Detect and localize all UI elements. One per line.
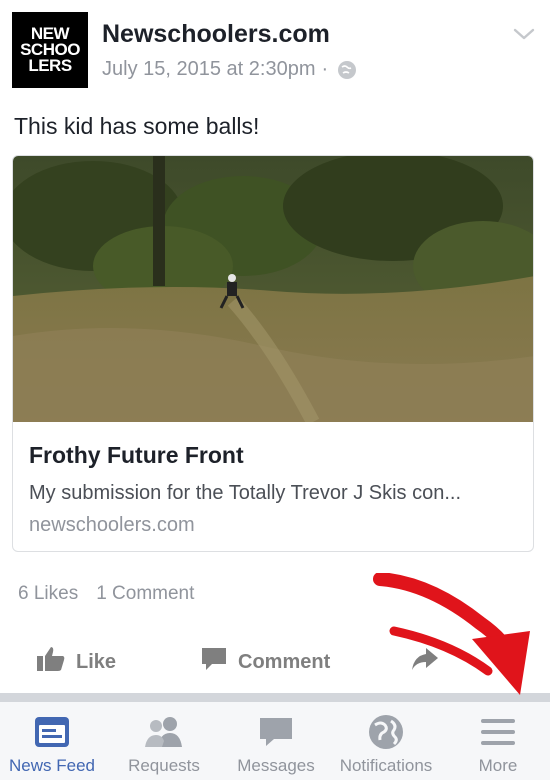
tab-label: Messages [237, 756, 315, 775]
page-name-link[interactable]: Newschoolers.com [102, 20, 330, 49]
tab-news-feed[interactable]: News Feed [0, 702, 104, 780]
meta-separator: · [321, 58, 329, 80]
engagement-counts: 6 Likes 1 Comment [18, 583, 194, 605]
tab-label: Requests [128, 756, 200, 775]
tab-notifications[interactable]: Notifications [330, 702, 442, 780]
like-label: Like [76, 650, 117, 673]
share-button[interactable]: e [410, 640, 517, 684]
section-divider [0, 693, 550, 701]
post-meta: July 15, 2015 at 2:30pm · [102, 58, 357, 81]
tab-requests[interactable]: Requests [112, 702, 216, 780]
share-label: e [506, 650, 518, 673]
friends-icon [142, 712, 186, 752]
link-description: My submission for the Totally Trevor J S… [29, 482, 462, 504]
avatar-line-3: LERS [28, 56, 72, 75]
link-domain: newschoolers.com [29, 514, 195, 536]
globe-icon [338, 60, 357, 79]
page-avatar[interactable]: NEW SCHOO LERS [12, 12, 88, 88]
news-feed-icon [33, 712, 71, 752]
menu-icon [479, 712, 517, 752]
comment-label: Comment [238, 650, 331, 673]
like-button[interactable]: Like [36, 640, 116, 684]
comment-icon [200, 646, 228, 678]
comment-button[interactable]: Comment [200, 640, 330, 684]
thumbs-up-icon [36, 646, 66, 678]
tab-label: Notifications [339, 756, 433, 775]
bottom-tab-bar: News Feed Requests Messages Notification… [0, 701, 550, 780]
tab-messages[interactable]: Messages [222, 702, 330, 780]
link-preview-card[interactable]: Frothy Future Front My submission for th… [12, 155, 534, 552]
messages-icon [257, 712, 295, 752]
tab-label: More [478, 756, 518, 775]
post-timestamp[interactable]: July 15, 2015 at 2:30pm [102, 58, 315, 81]
link-title: Frothy Future Front [29, 442, 244, 468]
post-actions: Like Comment e [0, 640, 550, 686]
globe-icon [367, 712, 405, 752]
tab-label: News Feed [9, 756, 95, 775]
tab-more[interactable]: More [448, 702, 548, 780]
share-icon [410, 646, 440, 678]
link-preview-image[interactable] [13, 156, 533, 426]
chevron-down-icon[interactable] [512, 22, 536, 46]
post-header: NEW SCHOO LERS Newschoolers.com July 15,… [12, 12, 538, 88]
comments-count[interactable]: 1 Comment [96, 583, 194, 605]
post-message: This kid has some balls! [14, 113, 260, 139]
likes-count[interactable]: 6 Likes [18, 583, 78, 605]
